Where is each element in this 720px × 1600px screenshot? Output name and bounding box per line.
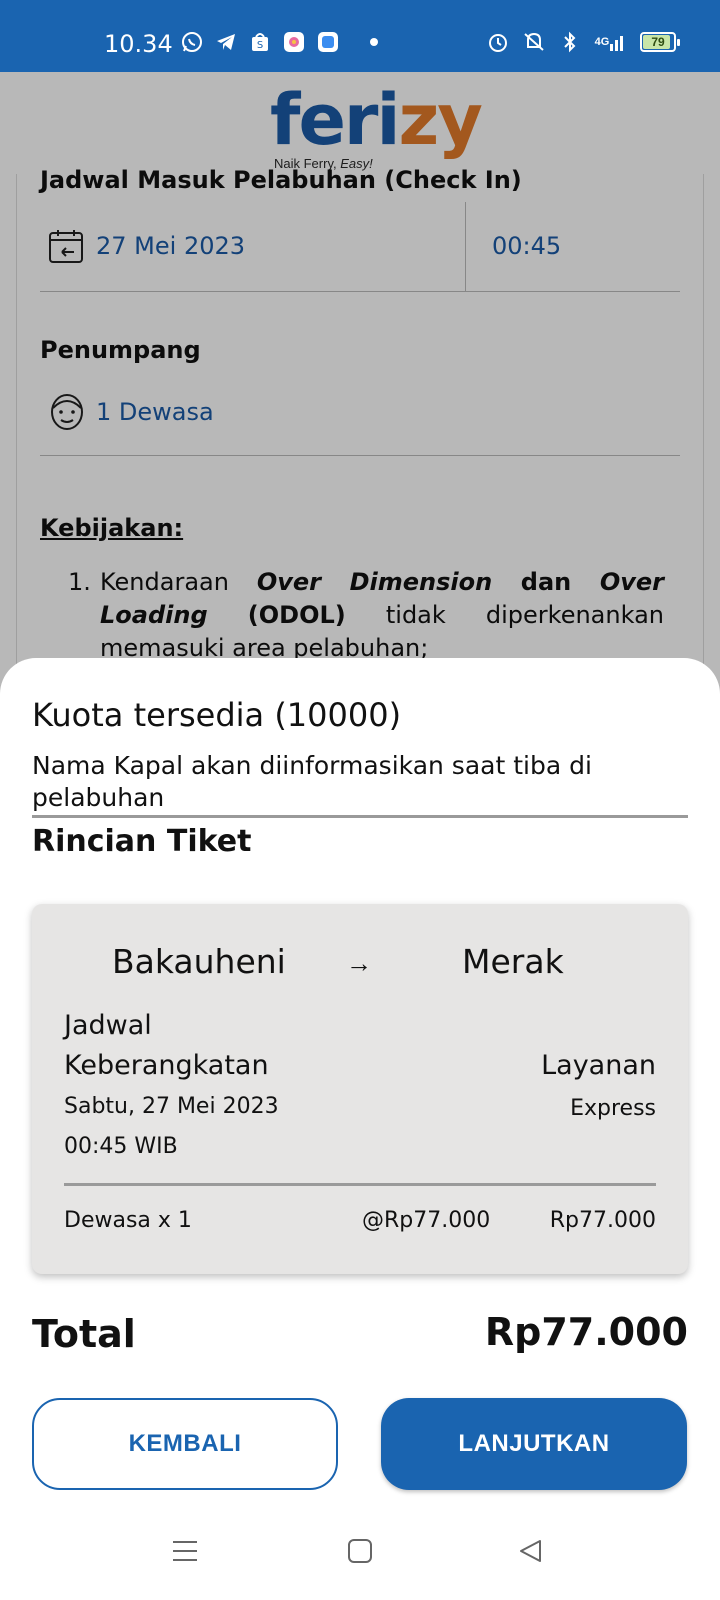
arrow-right-icon: → [346, 948, 372, 978]
signal-icon: 4G [594, 30, 628, 54]
bluetooth-icon [558, 30, 582, 54]
app-icon [316, 30, 340, 54]
fare-unit-price: @Rp77.000 [362, 1208, 491, 1233]
service-label: Layanan [541, 1050, 656, 1081]
home-icon[interactable] [345, 1536, 375, 1566]
ticket-summary-sheet: Kuota tersedia (10000) Nama Kapal akan d… [0, 658, 720, 1600]
alarm-icon [486, 30, 510, 54]
whatsapp-icon [180, 30, 204, 54]
gallery-icon [282, 30, 306, 54]
ship-info-text: Nama Kapal akan diinformasikan saat tiba… [32, 751, 592, 812]
network-type: 4G [594, 36, 610, 48]
divider [32, 815, 688, 818]
fare-subtotal: Rp77.000 [549, 1208, 656, 1233]
shopee-icon: S [248, 30, 272, 54]
notification-icons: S [180, 30, 378, 54]
quota-text: Kuota tersedia (10000) [32, 696, 402, 734]
total-label: Total [32, 1312, 136, 1356]
total-value: Rp77.000 [484, 1310, 688, 1354]
status-bar: 10.34 S 4G 79 [0, 0, 720, 72]
ticket-card: Bakauheni → Merak Jadwal Keberangkatan L… [32, 904, 688, 1274]
departure-date: Sabtu, 27 Mei 2023 [64, 1094, 279, 1119]
battery-icon: 79 [640, 32, 680, 52]
mute-icon [522, 30, 546, 54]
fare-passenger: Dewasa x 1 [64, 1208, 192, 1233]
ticket-divider [64, 1183, 656, 1186]
ticket-details-title: Rincian Tiket [32, 824, 252, 859]
status-time: 10.34 [104, 30, 173, 58]
service-value: Express [570, 1096, 656, 1121]
schedule-label: Jadwal Keberangkatan [64, 1010, 269, 1081]
route-destination: Merak [462, 942, 564, 981]
system-icons: 4G 79 [486, 30, 680, 54]
telegram-icon [214, 30, 238, 54]
battery-level: 79 [651, 35, 665, 49]
system-nav-bar [0, 1510, 720, 1600]
route-origin: Bakauheni [112, 942, 286, 981]
svg-text:S: S [257, 40, 263, 51]
more-notifications-dot [370, 38, 378, 46]
continue-button[interactable]: LANJUTKAN [381, 1398, 687, 1490]
back-nav-icon[interactable] [516, 1536, 546, 1566]
back-button[interactable]: KEMBALI [32, 1398, 338, 1490]
menu-icon[interactable] [170, 1536, 200, 1566]
departure-time: 00:45 WIB [64, 1134, 178, 1159]
